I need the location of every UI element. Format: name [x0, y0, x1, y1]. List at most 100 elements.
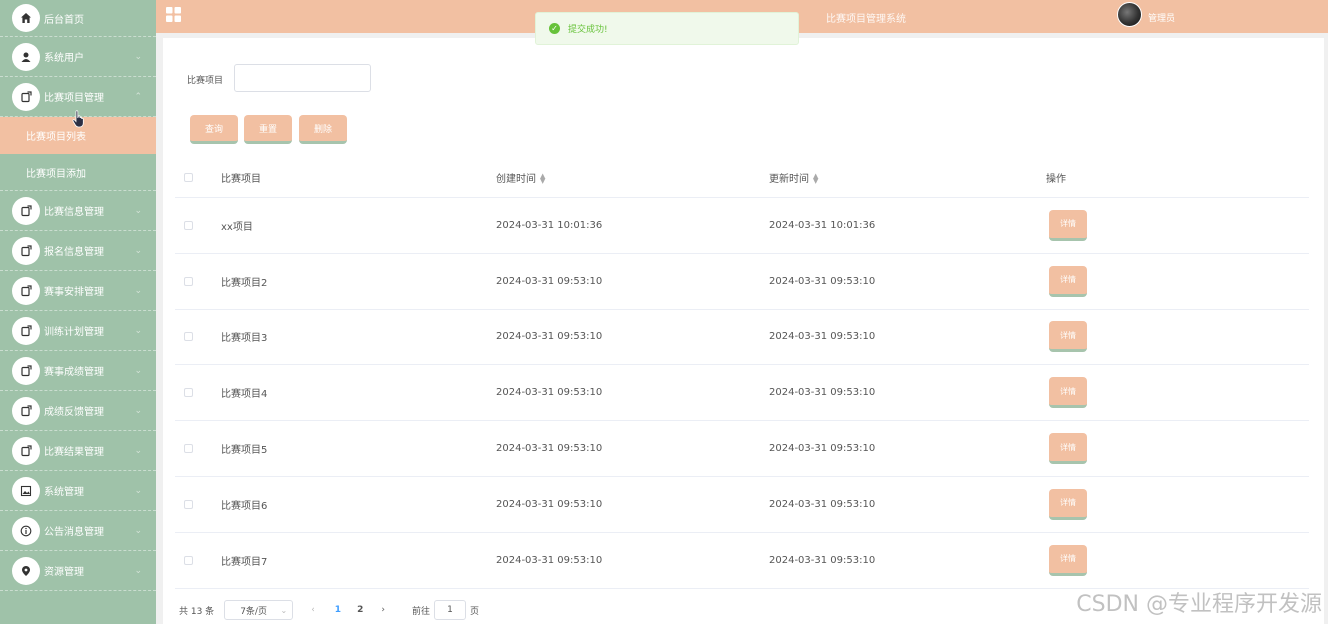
main-content: 比赛项目 查询 重置 删除 比赛项目 创建时间 ▲ ▼ 更新时间 ▲ ▼ 操作 xx项目…	[163, 38, 1324, 624]
row-checkbox[interactable]	[184, 555, 193, 565]
pagination: 共 13 条 7条/页 ⌄ ‹ 1 2 › 前往 1 页	[179, 600, 479, 620]
cell-updated: 2024-03-31 09:53:10	[769, 498, 876, 510]
page-number[interactable]: 2	[357, 605, 363, 615]
table-row: xx项目 2024-03-31 10:01:36 2024-03-31 10:0…	[175, 198, 1309, 254]
home-icon	[12, 4, 40, 32]
sidebar-item-system[interactable]: 系统管理 ⌄	[0, 471, 156, 511]
detail-button[interactable]: 详情	[1049, 488, 1087, 520]
row-checkbox[interactable]	[184, 276, 193, 286]
toast-message: 提交成功!	[568, 25, 608, 35]
sidebar-item-label: 后台首页	[44, 14, 84, 26]
page-number[interactable]: 1	[335, 605, 341, 615]
avatar[interactable]	[1117, 2, 1142, 27]
chevron-down-icon: ⌄	[280, 605, 288, 615]
row-checkbox[interactable]	[184, 220, 193, 230]
cell-updated: 2024-03-31 09:53:10	[769, 443, 876, 455]
chevron-up-icon: ⌃	[134, 91, 142, 102]
cell-name: 比赛项目3	[221, 333, 268, 345]
sidebar-item-label: 比赛结果管理	[44, 447, 104, 458]
cell-created: 2024-03-31 09:53:10	[496, 498, 603, 510]
success-toast: ✓ 提交成功!	[535, 12, 799, 45]
detail-button[interactable]: 详情	[1049, 321, 1087, 353]
sidebar-item-system-users[interactable]: 系统用户 ⌄	[0, 37, 156, 77]
cell-name: 比赛项目2	[221, 277, 268, 289]
prev-page-icon[interactable]: ‹	[311, 605, 315, 615]
sidebar-item-registration[interactable]: 报名信息管理 ⌄	[0, 231, 156, 271]
detail-button[interactable]: 详情	[1049, 265, 1087, 297]
header-created[interactable]: 创建时间 ▲ ▼	[496, 170, 769, 186]
row-checkbox[interactable]	[184, 499, 193, 509]
table-row: 比赛项目7 2024-03-31 09:53:10 2024-03-31 09:…	[175, 533, 1309, 589]
reset-button[interactable]: 重置	[244, 115, 292, 144]
sidebar-item-match-info[interactable]: 比赛信息管理 ⌄	[0, 191, 156, 231]
doc-icon	[12, 356, 40, 385]
sidebar-item-feedback[interactable]: 成绩反馈管理 ⌄	[0, 391, 156, 431]
doc-icon	[12, 82, 40, 111]
sidebar-item-home[interactable]: 后台首页	[0, 0, 156, 37]
sidebar-item-schedule[interactable]: 赛事安排管理 ⌄	[0, 271, 156, 311]
watermark: CSDN @专业程序开发源	[1076, 592, 1322, 617]
doc-icon	[12, 316, 40, 345]
sidebar-item-label: 系统管理	[44, 487, 84, 498]
chevron-down-icon: ⌄	[134, 285, 142, 296]
detail-button[interactable]: 详情	[1049, 433, 1087, 465]
chevron-down-icon: ⌄	[134, 445, 142, 456]
delete-button[interactable]: 删除	[299, 115, 347, 144]
admin-name[interactable]: 管理员	[1148, 11, 1175, 24]
sidebar-item-announcements[interactable]: 公告消息管理 ⌄	[0, 511, 156, 551]
table-row: 比赛项目6 2024-03-31 09:53:10 2024-03-31 09:…	[175, 477, 1309, 533]
detail-button[interactable]: 详情	[1049, 377, 1087, 409]
row-checkbox[interactable]	[184, 332, 193, 342]
cell-created: 2024-03-31 09:53:10	[496, 331, 603, 343]
chevron-down-icon: ⌄	[134, 485, 142, 496]
project-table: 比赛项目 创建时间 ▲ ▼ 更新时间 ▲ ▼ 操作 xx项目 2024-03-31 10…	[175, 158, 1309, 589]
table-header: 比赛项目 创建时间 ▲ ▼ 更新时间 ▲ ▼ 操作	[175, 158, 1309, 198]
sort-icon[interactable]: ▲ ▼	[813, 173, 818, 185]
cell-updated: 2024-03-31 09:53:10	[769, 331, 876, 343]
page-size-select[interactable]: 7条/页 ⌄	[224, 600, 294, 620]
goto-label: 前往	[411, 606, 430, 617]
sidebar-item-label: 比赛信息管理	[44, 207, 104, 218]
sidebar-item-label: 比赛项目管理	[44, 93, 104, 104]
hand-cursor-icon	[72, 110, 84, 128]
row-checkbox[interactable]	[184, 388, 193, 398]
chevron-down-icon: ⌄	[134, 205, 142, 216]
select-all-checkbox[interactable]	[184, 173, 193, 182]
header-updated-label: 更新时间	[769, 174, 809, 185]
doc-icon	[12, 276, 40, 305]
search-input[interactable]	[234, 64, 371, 92]
doc-icon	[12, 436, 40, 465]
sidebar-item-scores[interactable]: 赛事成绩管理 ⌄	[0, 351, 156, 391]
cell-name: 比赛项目7	[221, 556, 268, 568]
sidebar-item-label: 成绩反馈管理	[44, 407, 104, 418]
sidebar-item-label: 赛事成绩管理	[44, 367, 104, 378]
detail-button[interactable]: 详情	[1049, 209, 1087, 241]
search-label: 比赛项目	[187, 76, 224, 86]
page-size-value: 7条/页	[240, 606, 267, 617]
chevron-down-icon: ⌄	[134, 245, 142, 256]
next-page-icon[interactable]: ›	[381, 605, 385, 615]
chevron-down-icon: ⌄	[134, 325, 142, 336]
check-circle-icon: ✓	[549, 23, 560, 34]
cell-name: 比赛项目5	[221, 445, 268, 457]
sidebar-item-resources[interactable]: 资源管理 ⌄	[0, 551, 156, 591]
goto-page-input[interactable]: 1	[433, 600, 466, 620]
detail-button[interactable]: 详情	[1049, 544, 1087, 576]
sidebar-item-results[interactable]: 比赛结果管理 ⌄	[0, 431, 156, 471]
query-button[interactable]: 查询	[190, 115, 238, 144]
sidebar-subitem-project-add[interactable]: 比赛项目添加	[0, 154, 156, 191]
cell-created: 2024-03-31 09:53:10	[496, 443, 603, 455]
sidebar-subitem-label: 比赛项目添加	[26, 168, 86, 180]
sidebar-item-label: 系统用户	[44, 53, 84, 64]
doc-icon	[12, 236, 40, 265]
sidebar-item-training[interactable]: 训练计划管理 ⌄	[0, 311, 156, 351]
header-updated[interactable]: 更新时间 ▲ ▼	[769, 170, 1046, 186]
sort-icon[interactable]: ▲ ▼	[540, 173, 545, 185]
row-checkbox[interactable]	[184, 444, 193, 454]
system-title: 比赛项目管理系统	[826, 14, 906, 25]
total-count: 共 13 条	[179, 606, 215, 617]
sidebar: 后台首页 系统用户 ⌄ 比赛项目管理 ⌃ 比赛项目列表 比赛项目添加 比赛信息管…	[0, 0, 156, 624]
sidebar-subitem-label: 比赛项目列表	[26, 132, 86, 143]
cell-created: 2024-03-31 10:01:36	[496, 219, 603, 231]
grid-menu-icon[interactable]	[166, 7, 181, 22]
